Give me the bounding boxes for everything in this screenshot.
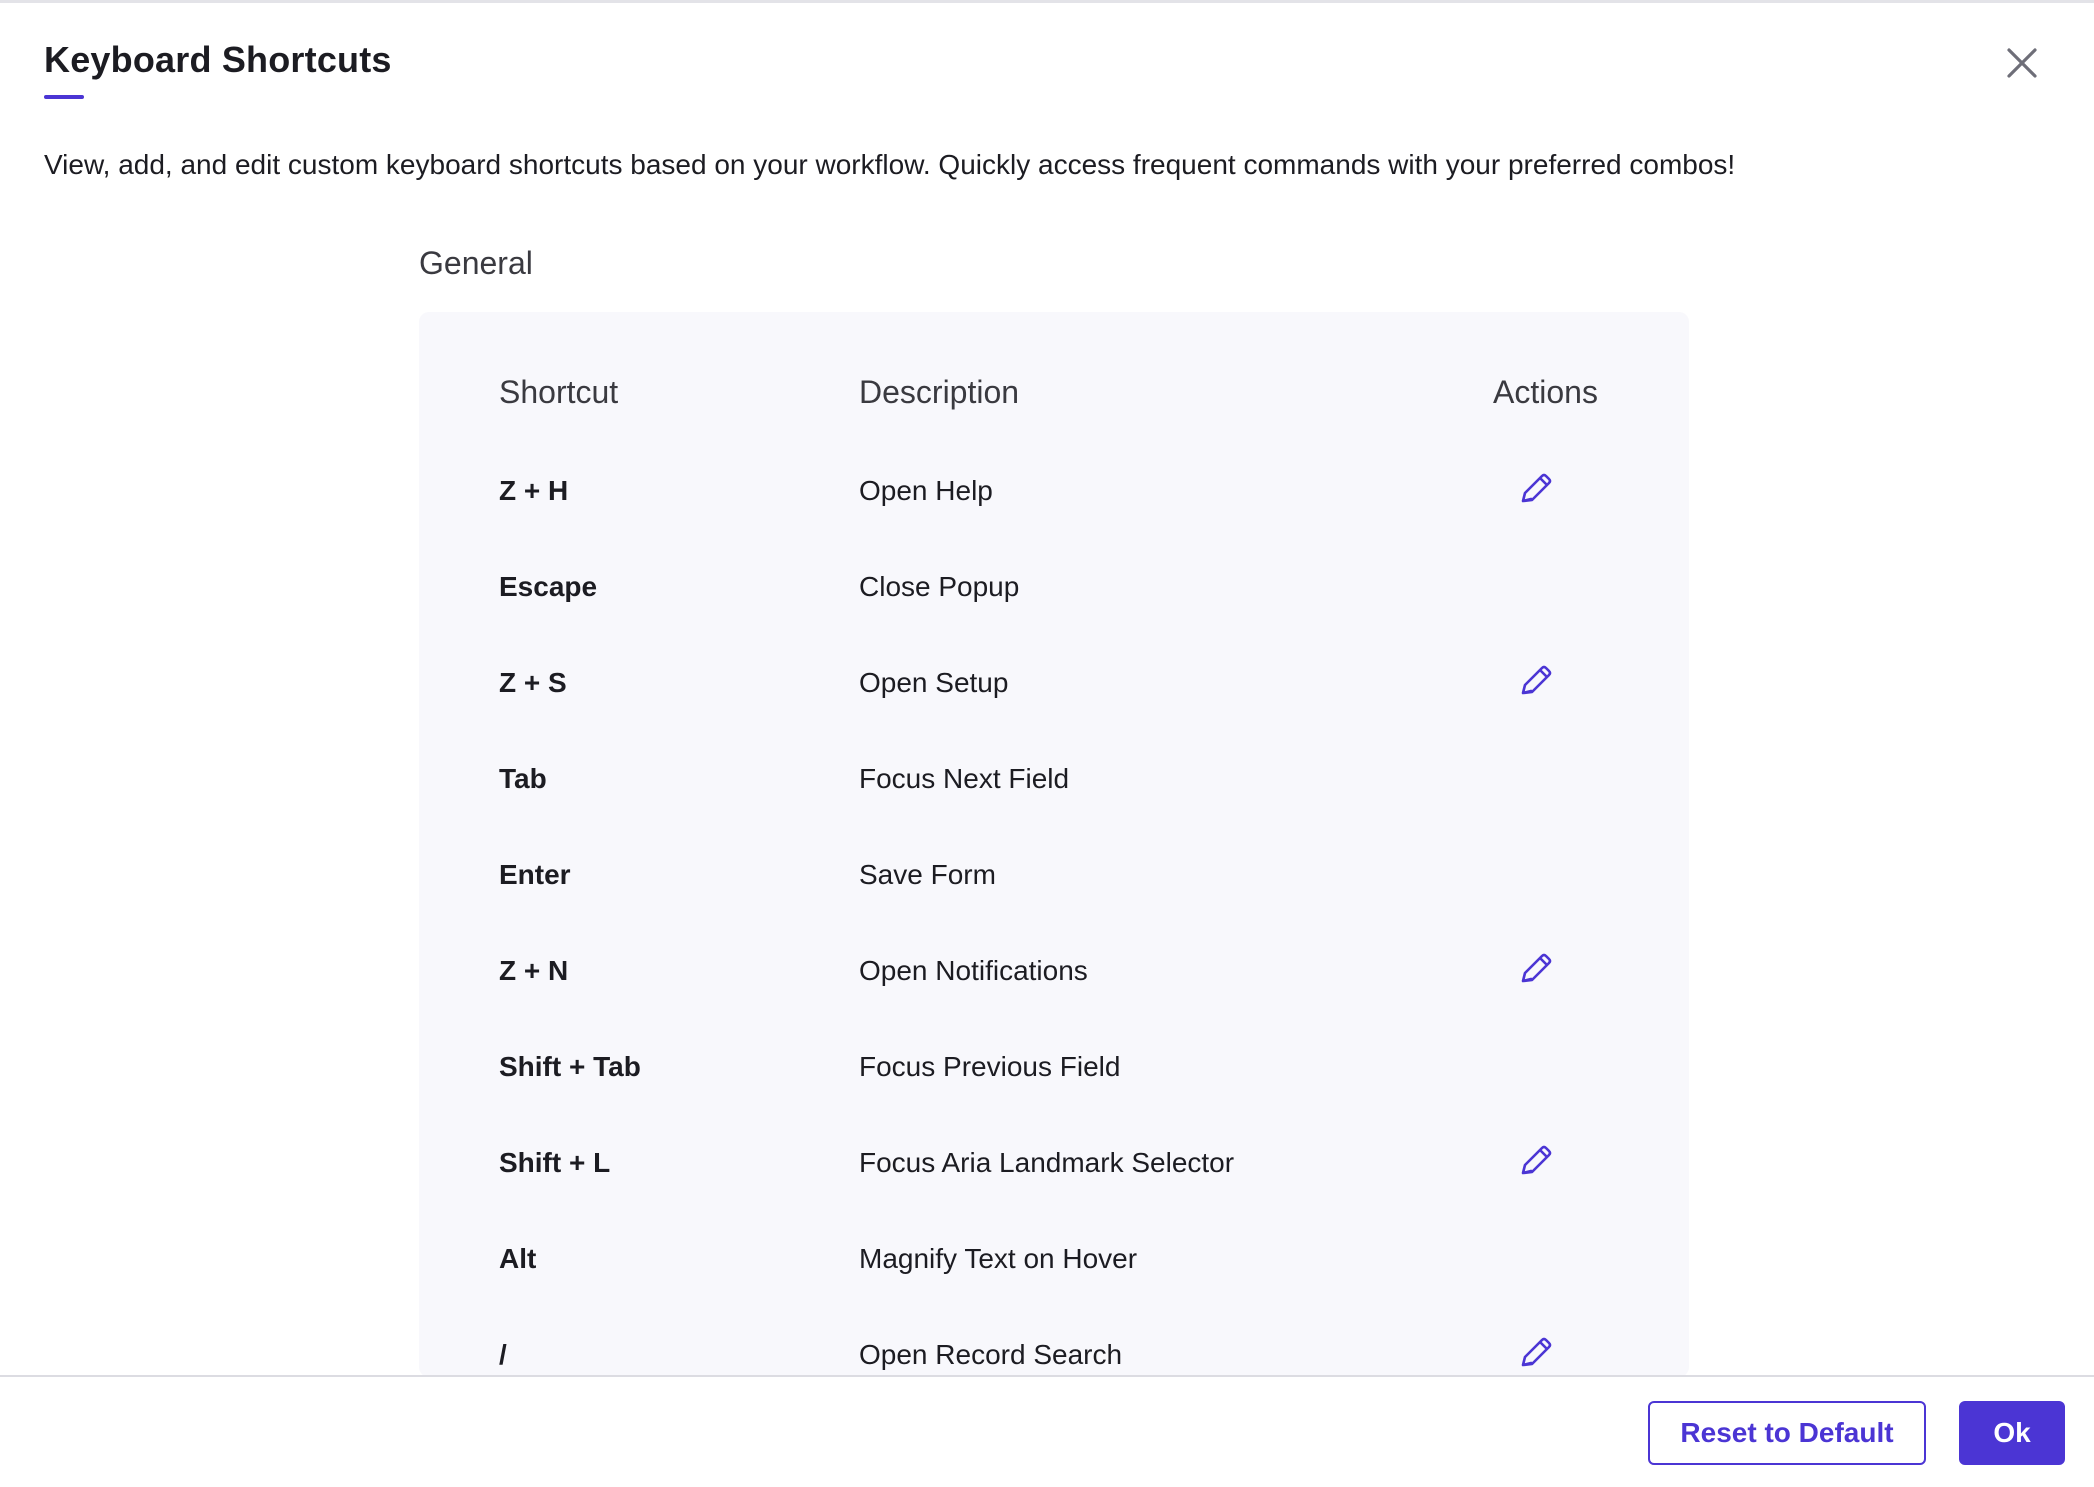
- reset-to-default-button[interactable]: Reset to Default: [1648, 1401, 1926, 1465]
- table-row: Z + S Open Setup: [419, 634, 1689, 730]
- column-header-actions: Actions: [1493, 374, 1598, 410]
- pencil-icon: [1521, 1145, 1552, 1175]
- dialog-title: Keyboard Shortcuts: [44, 39, 392, 80]
- table-row: Escape Close Popup: [419, 538, 1689, 634]
- column-header-shortcut: Shortcut: [499, 374, 619, 410]
- edit-shortcut-button[interactable]: [1513, 1138, 1559, 1184]
- shortcut-key: Enter: [499, 859, 571, 890]
- table-row: Tab Focus Next Field: [419, 730, 1689, 826]
- title-underline: [44, 95, 84, 99]
- shortcut-description: Open Record Search: [859, 1339, 1123, 1370]
- pencil-icon: [1521, 665, 1552, 695]
- shortcut-key: Z + N: [499, 955, 569, 986]
- dialog-footer: Reset to Default Ok: [0, 1375, 2094, 1487]
- shortcut-description: Open Setup: [859, 667, 1009, 698]
- table-row: / Open Record Search: [419, 1306, 1689, 1377]
- shortcut-key: Alt: [499, 1243, 537, 1274]
- table-row: Shift + L Focus Aria Landmark Selector: [419, 1114, 1689, 1210]
- shortcut-key: Z + H: [499, 475, 569, 506]
- pencil-icon: [1521, 473, 1552, 503]
- column-header-description: Description: [859, 374, 1020, 410]
- ok-button[interactable]: Ok: [1959, 1401, 2065, 1465]
- shortcut-description: Close Popup: [859, 571, 1020, 602]
- table-row: Shift + Tab Focus Previous Field: [419, 1018, 1689, 1114]
- close-icon: [2007, 48, 2037, 78]
- section-title-general: General: [419, 245, 533, 281]
- edit-shortcut-button[interactable]: [1513, 1330, 1559, 1376]
- shortcut-key: Shift + Tab: [499, 1051, 641, 1082]
- pencil-icon: [1521, 1337, 1552, 1367]
- shortcut-description: Focus Aria Landmark Selector: [859, 1147, 1235, 1178]
- keyboard-shortcuts-dialog: Keyboard Shortcuts View, add, and edit c…: [0, 0, 2094, 1487]
- shortcut-description: Focus Next Field: [859, 763, 1070, 794]
- table-row: Enter Save Form: [419, 826, 1689, 922]
- shortcut-description: Save Form: [859, 859, 996, 890]
- edit-shortcut-button[interactable]: [1513, 466, 1559, 512]
- edit-shortcut-button[interactable]: [1513, 658, 1559, 704]
- shortcut-description: Open Help: [859, 475, 993, 506]
- shortcut-key: Z + S: [499, 667, 567, 698]
- table-row: Alt Magnify Text on Hover: [419, 1210, 1689, 1306]
- shortcut-description: Focus Previous Field: [859, 1051, 1121, 1082]
- dialog-header: Keyboard Shortcuts: [44, 39, 392, 99]
- shortcut-key: Tab: [499, 763, 547, 794]
- shortcut-description: Magnify Text on Hover: [859, 1243, 1138, 1274]
- shortcut-description: Open Notifications: [859, 955, 1088, 986]
- table-body: Z + H Open Help Escape Close Popup Z + S…: [419, 442, 1689, 1377]
- pencil-icon: [1521, 953, 1552, 983]
- table-row: Z + N Open Notifications: [419, 922, 1689, 1018]
- shortcuts-table: Shortcut Description Actions Z + H Open …: [419, 312, 1689, 1377]
- shortcut-key: Shift + L: [499, 1147, 611, 1178]
- table-row: Z + H Open Help: [419, 442, 1689, 538]
- table-header: Shortcut Description Actions: [419, 312, 1689, 442]
- edit-shortcut-button[interactable]: [1513, 946, 1559, 992]
- shortcut-key: Escape: [499, 571, 598, 602]
- shortcut-key: /: [499, 1339, 507, 1370]
- dialog-description: View, add, and edit custom keyboard shor…: [44, 149, 1736, 180]
- close-button[interactable]: [2000, 41, 2044, 85]
